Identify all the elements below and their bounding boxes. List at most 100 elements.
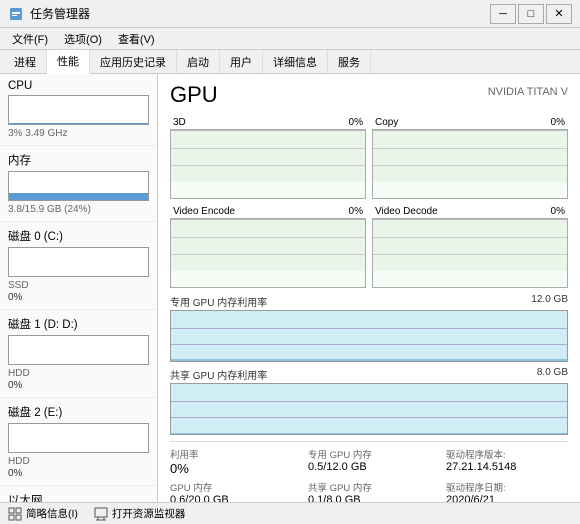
menu-options[interactable]: 选项(O) — [56, 29, 110, 49]
chart-vdecode-percent: 0% — [551, 206, 565, 217]
chart-3d-title: 3D — [173, 117, 186, 128]
sidebar-item-disk2[interactable]: 磁盘 2 (E:) HDD 0% — [0, 398, 157, 486]
content-header: GPU NVIDIA TITAN V — [170, 82, 568, 108]
gpu-charts-grid: 3D 0% Copy 0% Video Encode — [170, 116, 568, 288]
tab-details[interactable]: 详细信息 — [263, 50, 328, 73]
menu-bar: 文件(F) 选项(O) 查看(V) — [0, 28, 580, 50]
chart-3d-label: 3D 0% — [170, 116, 366, 129]
chart-vencode-title: Video Encode — [173, 206, 235, 217]
sidebar: CPU 3% 3.49 GHz 内存 3.8/15.9 GB (24%) 磁盘 … — [0, 74, 158, 502]
chart-copy-percent: 0% — [551, 117, 565, 128]
main-area: CPU 3% 3.49 GHz 内存 3.8/15.9 GB (24%) 磁盘 … — [0, 74, 580, 502]
tab-users[interactable]: 用户 — [220, 50, 263, 73]
tab-app-history[interactable]: 应用历史记录 — [90, 50, 177, 73]
chart-vencode-inner — [171, 219, 365, 271]
disk2-graph — [8, 423, 149, 453]
chart-vdecode-label: Video Decode 0% — [372, 205, 568, 218]
gpu-chart-copy: Copy 0% — [372, 116, 568, 199]
gpu-mem-dedicated-max: 12.0 GB — [531, 294, 568, 309]
chart-vencode-label: Video Encode 0% — [170, 205, 366, 218]
tab-performance[interactable]: 性能 — [47, 50, 90, 74]
statusbar-summary[interactable]: 简略信息(I) — [8, 506, 78, 521]
disk1-label: 磁盘 1 (D: D:) — [8, 316, 149, 332]
disk0-graph — [8, 247, 149, 277]
statusbar-monitor-label: 打开资源监视器 — [112, 506, 186, 521]
statusbar-summary-label: 简略信息(I) — [26, 506, 78, 521]
gpu-name: NVIDIA TITAN V — [488, 86, 568, 98]
menu-file[interactable]: 文件(F) — [4, 29, 56, 49]
info-driver-date-label: 驱动程序日期: — [446, 480, 568, 494]
chart-copy-box — [372, 129, 568, 199]
disk0-usage: 0% — [8, 292, 149, 303]
chart-vdecode-box — [372, 218, 568, 288]
info-dedicated-mem-value: 0.5/12.0 GB — [308, 461, 430, 473]
close-button[interactable]: ✕ — [546, 4, 572, 24]
info-gpu-mem-value: 0.6/20.0 GB — [170, 494, 292, 502]
chart-vencode-box — [170, 218, 366, 288]
statusbar: 简略信息(I) 打开资源监视器 — [0, 502, 580, 524]
info-driver-version: 驱动程序版本: 27.21.14.5148 — [446, 447, 568, 476]
sidebar-item-ethernet[interactable]: 以太网 以太网 发送: 0 接收: 8.0 Kbps — [0, 486, 157, 502]
sidebar-item-disk1[interactable]: 磁盘 1 (D: D:) HDD 0% — [0, 310, 157, 398]
info-shared-mem: 共享 GPU 内存 0.1/8.0 GB — [308, 480, 430, 502]
title-bar: 任务管理器 ─ □ ✕ — [0, 0, 580, 28]
info-driver-version-label: 驱动程序版本: — [446, 447, 568, 461]
minimize-button[interactable]: ─ — [490, 4, 516, 24]
info-gpu-mem: GPU 内存 0.6/20.0 GB — [170, 480, 292, 502]
info-shared-mem-value: 0.1/8.0 GB — [308, 494, 430, 502]
disk1-graph — [8, 335, 149, 365]
statusbar-resource-monitor[interactable]: 打开资源监视器 — [94, 506, 186, 521]
cpu-graph — [8, 95, 149, 125]
gpu-chart-video-decode: Video Decode 0% — [372, 205, 568, 288]
app-icon — [8, 6, 24, 22]
disk2-sub: HDD — [8, 456, 149, 467]
cpu-label: CPU — [8, 80, 149, 92]
tab-services[interactable]: 服务 — [328, 50, 371, 73]
content-panel: GPU NVIDIA TITAN V 3D 0% Copy 0% — [158, 74, 580, 502]
info-dedicated-mem-label: 专用 GPU 内存 — [308, 447, 430, 461]
gpu-mem-dedicated-chart — [170, 310, 568, 362]
chart-vdecode-inner — [373, 219, 567, 271]
window-controls: ─ □ ✕ — [490, 4, 572, 24]
tab-startup[interactable]: 启动 — [177, 50, 220, 73]
gpu-mem-shared-label: 共享 GPU 内存利用率 8.0 GB — [170, 367, 568, 382]
window-title: 任务管理器 — [30, 5, 90, 22]
disk1-sub: HDD — [8, 368, 149, 379]
gpu-mem-shared-section: 共享 GPU 内存利用率 8.0 GB — [170, 367, 568, 435]
disk0-sub: SSD — [8, 280, 149, 291]
gpu-mem-dedicated-title: 专用 GPU 内存利用率 — [170, 294, 267, 309]
info-utilization-value: 0% — [170, 461, 292, 476]
info-driver-date-value: 2020/6/21 — [446, 494, 568, 502]
info-driver-date: 驱动程序日期: 2020/6/21 — [446, 480, 568, 502]
tab-bar: 进程 性能 应用历史记录 启动 用户 详细信息 服务 — [0, 50, 580, 74]
maximize-button[interactable]: □ — [518, 4, 544, 24]
info-shared-mem-label: 共享 GPU 内存 — [308, 480, 430, 494]
gpu-mem-shared-title: 共享 GPU 内存利用率 — [170, 367, 267, 382]
info-utilization: 利用率 0% — [170, 447, 292, 476]
sidebar-item-cpu[interactable]: CPU 3% 3.49 GHz — [0, 74, 157, 146]
chart-3d-percent: 0% — [349, 117, 363, 128]
chart-3d-inner — [171, 130, 365, 182]
memory-graph — [8, 171, 149, 201]
chart-copy-title: Copy — [375, 117, 398, 128]
ethernet-label: 以太网 — [8, 492, 149, 502]
cpu-usage: 3% 3.49 GHz — [8, 128, 149, 139]
info-utilization-label: 利用率 — [170, 447, 292, 461]
chart-vdecode-title: Video Decode — [375, 206, 438, 217]
sidebar-item-disk0[interactable]: 磁盘 0 (C:) SSD 0% — [0, 222, 157, 310]
menu-view[interactable]: 查看(V) — [110, 29, 163, 49]
info-section: 利用率 0% 专用 GPU 内存 0.5/12.0 GB 驱动程序版本: 27.… — [170, 441, 568, 502]
gpu-mem-dedicated-label: 专用 GPU 内存利用率 12.0 GB — [170, 294, 568, 309]
memory-usage: 3.8/15.9 GB (24%) — [8, 204, 149, 215]
gpu-mem-shared-max: 8.0 GB — [537, 367, 568, 382]
gpu-chart-video-encode: Video Encode 0% — [170, 205, 366, 288]
disk2-usage: 0% — [8, 468, 149, 479]
gpu-mem-dedicated-section: 专用 GPU 内存利用率 12.0 GB — [170, 294, 568, 362]
info-driver-version-value: 27.21.14.5148 — [446, 461, 568, 473]
chart-3d-box — [170, 129, 366, 199]
disk2-label: 磁盘 2 (E:) — [8, 404, 149, 420]
tab-processes[interactable]: 进程 — [4, 50, 47, 73]
gpu-mem-shared-chart — [170, 383, 568, 435]
sidebar-item-memory[interactable]: 内存 3.8/15.9 GB (24%) — [0, 146, 157, 222]
chart-copy-label: Copy 0% — [372, 116, 568, 129]
